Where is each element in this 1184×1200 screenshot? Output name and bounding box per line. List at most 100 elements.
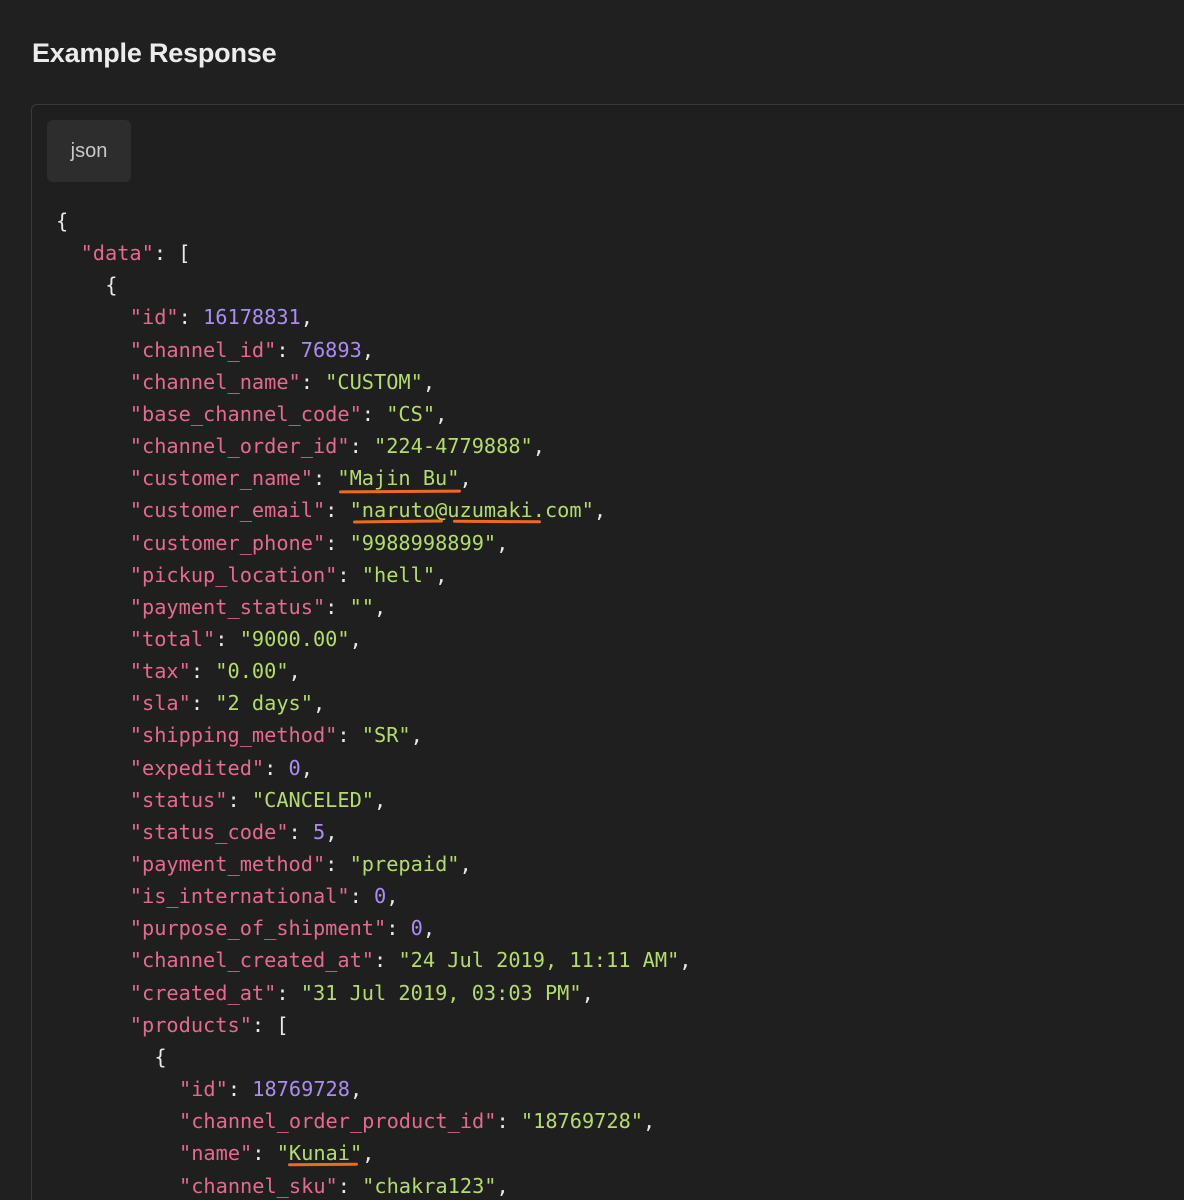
code-punctuation: , — [532, 434, 545, 459]
code-line: "customer_phone": "9988998899", — [130, 527, 509, 559]
code-punctuation: : — [349, 884, 375, 909]
code-punctuation: , — [679, 948, 692, 973]
code-punctuation: , — [459, 466, 472, 491]
code-punctuation: , — [386, 884, 399, 909]
code-string: "31 Jul 2019, 03:03 PM" — [300, 980, 582, 1005]
code-punctuation: , — [374, 594, 387, 619]
code-key: "channel_id" — [129, 337, 277, 362]
code-punctuation: : — [215, 626, 240, 651]
code-punctuation: : — [361, 401, 387, 426]
code-line: "is_international": 0, — [130, 880, 399, 912]
code-punctuation: : — [300, 369, 326, 394]
code-key: "channel_name" — [129, 369, 301, 394]
code-key: "payment_status" — [129, 594, 326, 619]
code-line: "purpose_of_shipment": 0, — [130, 912, 435, 944]
code-punctuation: , — [288, 659, 301, 684]
code-key: "created_at" — [129, 980, 277, 1005]
code-number: 18769728 — [252, 1077, 350, 1102]
code-punctuation: { — [105, 273, 118, 298]
code-string: "9000.00" — [239, 626, 350, 651]
code-key: "payment_method" — [129, 852, 326, 876]
code-key: "channel_order_id" — [129, 434, 350, 459]
code-punctuation: : [ — [251, 1012, 289, 1037]
code-punctuation: : — [190, 691, 216, 716]
code-punctuation: , — [435, 401, 448, 426]
code-line: "status_code": 5, — [130, 816, 338, 848]
code-punctuation: , — [459, 852, 472, 876]
code-key: "purpose_of_shipment" — [129, 916, 387, 941]
code-punctuation: : — [325, 498, 350, 523]
code-punctuation: : — [276, 980, 301, 1005]
code-key: "base_channel_code" — [129, 401, 362, 426]
code-key: "status" — [129, 787, 228, 812]
code-punctuation: : — [496, 1109, 521, 1134]
code-punctuation: : — [337, 562, 362, 587]
code-string: "Majin Bu" — [337, 466, 460, 491]
code-number: 0 — [288, 755, 301, 780]
code-string: "9988998899" — [349, 530, 497, 555]
code-string: "naruto@uzumaki.com" — [349, 498, 594, 523]
code-punctuation: , — [300, 755, 313, 780]
code-key: "channel_created_at" — [129, 948, 375, 973]
code-line: "status": "CANCELED", — [130, 784, 386, 816]
code-key: "id" — [179, 1077, 228, 1102]
code-punctuation: : — [264, 755, 289, 780]
code-number: 16178831 — [203, 305, 301, 330]
code-punctuation: , — [593, 498, 607, 523]
code-string: "0.00" — [215, 659, 289, 684]
code-line: { — [154, 1041, 166, 1073]
code-punctuation: : — [312, 466, 338, 491]
code-punctuation: : — [325, 530, 350, 555]
code-line: "total": "9000.00", — [130, 623, 362, 655]
code-string: "18769728" — [520, 1109, 644, 1134]
code-block: json {"data": [{"id": 16178831, "channel_… — [31, 104, 1184, 1200]
code-punctuation: , — [300, 305, 313, 330]
code-punctuation: : — [252, 1141, 277, 1166]
code-punctuation: : — [178, 305, 204, 330]
code-punctuation: : — [337, 723, 362, 748]
code-line: "data": [ — [81, 237, 191, 269]
code-number: 0 — [410, 916, 423, 941]
code-punctuation: , — [496, 1173, 509, 1198]
code-punctuation: , — [349, 626, 362, 651]
code-punctuation: , — [496, 530, 509, 555]
code-line: "pickup_location": "hell", — [130, 559, 447, 591]
code-line: "id": 16178831, — [130, 301, 313, 333]
code-punctuation: : — [374, 948, 399, 973]
code-key: "id" — [129, 305, 179, 330]
code-key: "pickup_location" — [129, 562, 338, 587]
code-line: "channel_id": 76893, — [130, 334, 374, 366]
code-punctuation: , — [362, 1141, 375, 1166]
code-key: "shipping_method" — [129, 723, 338, 748]
code-punctuation: : — [288, 819, 313, 844]
code-key: "customer_phone" — [129, 530, 326, 555]
code-line: "base_channel_code": "CS", — [130, 398, 447, 430]
code-punctuation: , — [435, 562, 448, 587]
code-punctuation: , — [422, 369, 436, 394]
underline-annotation — [287, 1162, 359, 1167]
code-string: "SR" — [361, 723, 411, 748]
code-key: "expedited" — [129, 755, 265, 780]
code-key: "data" — [80, 241, 154, 266]
code-punctuation: , — [349, 1077, 363, 1102]
code-punctuation: : — [227, 787, 252, 812]
code-key: "total" — [129, 626, 216, 651]
code-line: "channel_order_product_id": "18769728", — [179, 1105, 655, 1137]
code-line: "id": 18769728, — [179, 1073, 362, 1105]
code-number: 5 — [312, 819, 326, 844]
code-string: "CUSTOM" — [325, 369, 423, 394]
language-badge: json — [47, 120, 131, 182]
code-key: "products" — [129, 1012, 252, 1037]
code-string: "Kunai" — [276, 1141, 363, 1166]
code-key: "customer_email" — [129, 498, 326, 523]
code-punctuation: : — [276, 337, 301, 362]
code-line: "shipping_method": "SR", — [130, 719, 423, 751]
code-line: "channel_sku": "chakra123", — [179, 1170, 509, 1200]
code-line: "payment_status": "", — [130, 591, 386, 623]
code-punctuation: , — [325, 819, 338, 844]
code-punctuation: : — [325, 852, 350, 876]
code-number: 76893 — [300, 337, 362, 362]
code-key: "is_international" — [129, 884, 350, 909]
code-line: "sla": "2 days", — [130, 687, 325, 719]
code-string: "24 Jul 2019, 11:11 AM" — [398, 948, 680, 973]
